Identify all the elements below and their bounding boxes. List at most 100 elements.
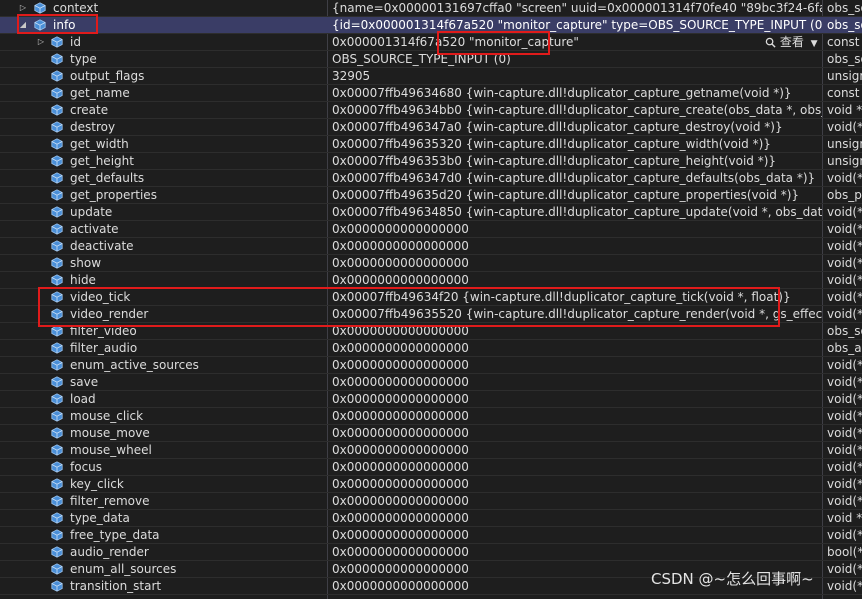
name-cell[interactable]: save	[0, 374, 327, 390]
watch-row[interactable]: show 0x0000000000000000 void(*)	[0, 255, 862, 272]
name-cell[interactable]: mouse_move	[0, 425, 327, 441]
text-visualizer-button[interactable]: 查看 ▼	[765, 34, 820, 50]
value-cell[interactable]: 0x0000000000000000	[328, 323, 822, 339]
value-cell[interactable]: OBS_SOURCE_TYPE_INPUT (0)	[328, 51, 822, 67]
name-cell[interactable]: create	[0, 102, 327, 118]
watch-row[interactable]: key_click 0x0000000000000000 void(*)	[0, 476, 862, 493]
value-cell[interactable]: 0x00007ffb496347d0 {win-capture.dll!dupl…	[328, 170, 822, 186]
value-cell[interactable]	[328, 595, 822, 599]
name-cell[interactable]: destroy	[0, 119, 327, 135]
name-cell[interactable]: enum_active_sources	[0, 357, 327, 373]
value-cell[interactable]: 0x0000000000000000	[328, 408, 822, 424]
value-cell[interactable]: 0x0000000000000000	[328, 527, 822, 543]
name-cell[interactable]: output_flags	[0, 68, 327, 84]
value-cell[interactable]: 0x000001314f67a520 "monitor_capture"	[328, 34, 822, 50]
value-cell[interactable]: 0x00007ffb49635520 {win-capture.dll!dupl…	[328, 306, 822, 322]
name-cell[interactable]: free_type_data	[0, 527, 327, 543]
watch-row[interactable]: ▷ context {name=0x00000131697cffa0 "screen…	[0, 0, 862, 17]
value-cell[interactable]: 0x0000000000000000	[328, 510, 822, 526]
value-cell[interactable]: 0x00007ffb49634850 {win-capture.dll!dupl…	[328, 204, 822, 220]
watch-row[interactable]: update 0x00007ffb49634850 {win-capture.dl…	[0, 204, 862, 221]
watch-row[interactable]: type_data 0x0000000000000000 void *	[0, 510, 862, 527]
name-cell[interactable]: transition_start	[0, 578, 327, 594]
name-cell[interactable]: filter_video	[0, 323, 327, 339]
value-cell[interactable]: 0x0000000000000000	[328, 442, 822, 458]
value-cell[interactable]: 0x0000000000000000	[328, 374, 822, 390]
value-cell[interactable]: 0x0000000000000000	[328, 272, 822, 288]
watch-row[interactable]: video_render 0x00007ffb49635520 {win-capt…	[0, 306, 862, 323]
name-cell[interactable]: focus	[0, 459, 327, 475]
name-cell[interactable]: filter_audio	[0, 340, 327, 356]
value-cell[interactable]: 0x0000000000000000	[328, 476, 822, 492]
value-cell[interactable]: {id=0x000001314f67a520 "monitor_capture"…	[328, 17, 822, 33]
value-cell[interactable]: 0x0000000000000000	[328, 425, 822, 441]
value-cell[interactable]: 0x0000000000000000	[328, 255, 822, 271]
name-cell[interactable]: load	[0, 391, 327, 407]
name-cell[interactable]: video_tick	[0, 289, 327, 305]
value-cell[interactable]: 0x0000000000000000	[328, 493, 822, 509]
name-cell[interactable]: get_height	[0, 153, 327, 169]
name-cell[interactable]: deactivate	[0, 238, 327, 254]
watch-row[interactable]: save 0x0000000000000000 void(*)	[0, 374, 862, 391]
watch-row[interactable]: filter_remove 0x0000000000000000 void(*)	[0, 493, 862, 510]
name-cell[interactable]: video_render	[0, 306, 327, 322]
watch-row[interactable]: ▷ id 0x000001314f67a520 "monitor_capture" c…	[0, 34, 862, 51]
watch-row[interactable]: get_properties 0x00007ffb49635d20 {win-ca…	[0, 187, 862, 204]
value-cell[interactable]: {name=0x00000131697cffa0 "screen" uuid=0…	[328, 0, 822, 16]
watch-row[interactable]: mouse_click 0x0000000000000000 void(*)	[0, 408, 862, 425]
watch-row[interactable]: create 0x00007ffb49634bb0 {win-capture.dl…	[0, 102, 862, 119]
value-cell[interactable]: 0x00007ffb496347a0 {win-capture.dll!dupl…	[328, 119, 822, 135]
watch-row[interactable]: free_type_data 0x0000000000000000 void(*)	[0, 527, 862, 544]
name-cell[interactable]: get_width	[0, 136, 327, 152]
watch-row[interactable]: filter_video 0x0000000000000000 obs_so	[0, 323, 862, 340]
watch-row[interactable]: focus 0x0000000000000000 void(*)	[0, 459, 862, 476]
value-cell[interactable]: 0x00007ffb49634680 {win-capture.dll!dupl…	[328, 85, 822, 101]
watch-row[interactable]: filter_audio 0x0000000000000000 obs_au	[0, 340, 862, 357]
name-cell[interactable]: mouse_wheel	[0, 442, 327, 458]
chevron-down-icon[interactable]: ▼	[811, 39, 818, 49]
expand-icon[interactable]: ▷	[18, 0, 28, 16]
watch-row[interactable]: get_width 0x00007ffb49635320 {win-capture…	[0, 136, 862, 153]
value-cell[interactable]: 0x0000000000000000	[328, 544, 822, 560]
value-cell[interactable]: 0x0000000000000000	[328, 357, 822, 373]
watch-row[interactable]: video_tick 0x00007ffb49634f20 {win-captur…	[0, 289, 862, 306]
value-cell[interactable]: 32905	[328, 68, 822, 84]
value-cell[interactable]: 0x00007ffb49635320 {win-capture.dll!dupl…	[328, 136, 822, 152]
name-cell[interactable]: enum_all_sources	[0, 561, 327, 577]
name-cell[interactable]: ◢ info	[0, 17, 327, 33]
name-cell[interactable]: get_properties	[0, 187, 327, 203]
name-cell[interactable]: hide	[0, 272, 327, 288]
expand-icon[interactable]: ▷	[36, 34, 46, 50]
name-cell[interactable]: key_click	[0, 476, 327, 492]
name-cell[interactable]: update	[0, 204, 327, 220]
watch-row[interactable]: destroy 0x00007ffb496347a0 {win-capture.d…	[0, 119, 862, 136]
watch-row[interactable]: get_defaults 0x00007ffb496347d0 {win-capt…	[0, 170, 862, 187]
value-cell[interactable]: 0x0000000000000000	[328, 340, 822, 356]
value-cell[interactable]: 0x0000000000000000	[328, 391, 822, 407]
value-cell[interactable]: 0x00007ffb49634bb0 {win-capture.dll!dupl…	[328, 102, 822, 118]
name-cell[interactable]: filter_remove	[0, 493, 327, 509]
name-cell[interactable]: get_name	[0, 85, 327, 101]
name-cell[interactable]: type_data	[0, 510, 327, 526]
watch-row[interactable]: activate 0x0000000000000000 void(*)	[0, 221, 862, 238]
name-cell[interactable]	[0, 595, 327, 599]
name-cell[interactable]: audio_render	[0, 544, 327, 560]
watch-row[interactable]: deactivate 0x0000000000000000 void(*)	[0, 238, 862, 255]
name-cell[interactable]: type	[0, 51, 327, 67]
watch-row[interactable]	[0, 595, 862, 599]
watch-row[interactable]: type OBS_SOURCE_TYPE_INPUT (0) obs_so	[0, 51, 862, 68]
collapse-icon[interactable]: ◢	[18, 17, 28, 33]
watch-row[interactable]: enum_active_sources 0x0000000000000000 voi…	[0, 357, 862, 374]
value-cell[interactable]: 0x00007ffb49634f20 {win-capture.dll!dupl…	[328, 289, 822, 305]
watch-row[interactable]: ◢ info {id=0x000001314f67a520 "monitor_cap…	[0, 17, 862, 34]
value-cell[interactable]: 0x0000000000000000	[328, 459, 822, 475]
watch-row[interactable]: get_height 0x00007ffb496353b0 {win-captur…	[0, 153, 862, 170]
name-cell[interactable]: activate	[0, 221, 327, 237]
watch-row[interactable]: audio_render 0x0000000000000000 bool(*)	[0, 544, 862, 561]
watch-row[interactable]: hide 0x0000000000000000 void(*)	[0, 272, 862, 289]
value-cell[interactable]: 0x00007ffb496353b0 {win-capture.dll!dupl…	[328, 153, 822, 169]
name-cell[interactable]: ▷ id	[0, 34, 327, 50]
name-cell[interactable]: get_defaults	[0, 170, 327, 186]
watch-row[interactable]: output_flags 32905 unsign	[0, 68, 862, 85]
name-cell[interactable]: show	[0, 255, 327, 271]
